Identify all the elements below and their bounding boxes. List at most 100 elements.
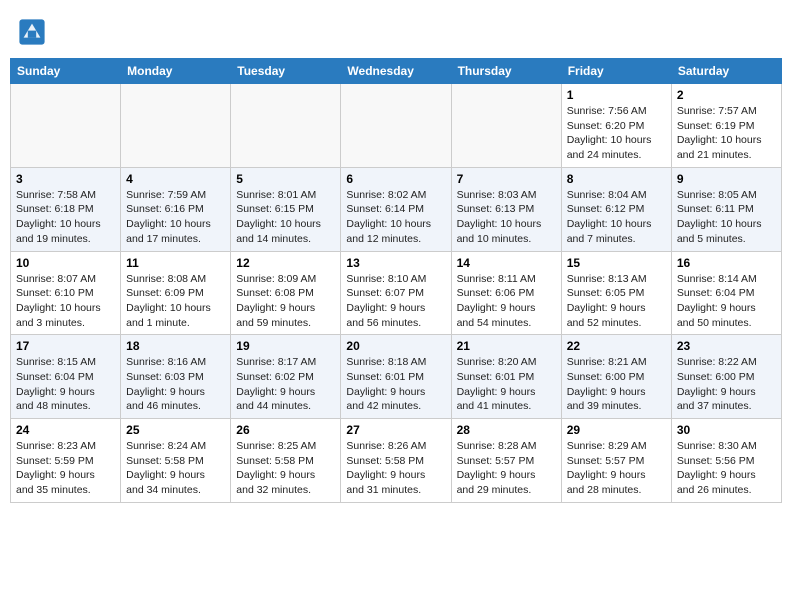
- day-info: Sunrise: 7:57 AM Sunset: 6:19 PM Dayligh…: [677, 104, 776, 163]
- day-number: 5: [236, 172, 335, 186]
- calendar-cell: 28 Sunrise: 8:28 AM Sunset: 5:57 PM Dayli…: [451, 419, 561, 503]
- day-number: 18: [126, 339, 225, 353]
- calendar-week-2: 3 Sunrise: 7:58 AM Sunset: 6:18 PM Daylig…: [11, 167, 782, 251]
- day-number: 1: [567, 88, 666, 102]
- day-info: Sunrise: 7:58 AM Sunset: 6:18 PM Dayligh…: [16, 188, 115, 247]
- weekday-header-tuesday: Tuesday: [231, 59, 341, 84]
- day-info: Sunrise: 8:22 AM Sunset: 6:00 PM Dayligh…: [677, 355, 776, 414]
- calendar-cell: 26 Sunrise: 8:25 AM Sunset: 5:58 PM Dayli…: [231, 419, 341, 503]
- calendar-cell: 22 Sunrise: 8:21 AM Sunset: 6:00 PM Dayli…: [561, 335, 671, 419]
- day-info: Sunrise: 8:17 AM Sunset: 6:02 PM Dayligh…: [236, 355, 335, 414]
- day-number: 11: [126, 256, 225, 270]
- day-number: 13: [346, 256, 445, 270]
- day-number: 30: [677, 423, 776, 437]
- day-info: Sunrise: 8:14 AM Sunset: 6:04 PM Dayligh…: [677, 272, 776, 331]
- header: [10, 10, 782, 50]
- day-info: Sunrise: 8:30 AM Sunset: 5:56 PM Dayligh…: [677, 439, 776, 498]
- calendar-cell: 20Sunrise: 8:18 AM Sunset: 6:01 PM Dayli…: [341, 335, 451, 419]
- day-number: 27: [346, 423, 445, 437]
- calendar-cell: 5 Sunrise: 8:01 AM Sunset: 6:15 PM Daylig…: [231, 167, 341, 251]
- day-info: Sunrise: 8:09 AM Sunset: 6:08 PM Dayligh…: [236, 272, 335, 331]
- day-number: 2: [677, 88, 776, 102]
- day-info: Sunrise: 8:07 AM Sunset: 6:10 PM Dayligh…: [16, 272, 115, 331]
- day-info: Sunrise: 8:26 AM Sunset: 5:58 PM Dayligh…: [346, 439, 445, 498]
- day-number: 6: [346, 172, 445, 186]
- weekday-header-thursday: Thursday: [451, 59, 561, 84]
- day-info: Sunrise: 8:15 AM Sunset: 6:04 PM Dayligh…: [16, 355, 115, 414]
- weekday-header-monday: Monday: [121, 59, 231, 84]
- day-number: 3: [16, 172, 115, 186]
- day-number: 24: [16, 423, 115, 437]
- day-number: 19: [236, 339, 335, 353]
- logo: [18, 18, 48, 46]
- day-number: 8: [567, 172, 666, 186]
- day-number: 25: [126, 423, 225, 437]
- day-number: 26: [236, 423, 335, 437]
- calendar-cell: 6 Sunrise: 8:02 AM Sunset: 6:14 PM Daylig…: [341, 167, 451, 251]
- day-info: Sunrise: 8:05 AM Sunset: 6:11 PM Dayligh…: [677, 188, 776, 247]
- calendar-cell: 3 Sunrise: 7:58 AM Sunset: 6:18 PM Daylig…: [11, 167, 121, 251]
- day-number: 9: [677, 172, 776, 186]
- day-info: Sunrise: 8:01 AM Sunset: 6:15 PM Dayligh…: [236, 188, 335, 247]
- day-info: Sunrise: 8:16 AM Sunset: 6:03 PM Dayligh…: [126, 355, 225, 414]
- calendar-table: SundayMondayTuesdayWednesdayThursdayFrid…: [10, 58, 782, 503]
- calendar-cell: 1 Sunrise: 7:56 AM Sunset: 6:20 PM Daylig…: [561, 84, 671, 168]
- calendar-cell: [341, 84, 451, 168]
- day-number: 23: [677, 339, 776, 353]
- day-info: Sunrise: 8:02 AM Sunset: 6:14 PM Dayligh…: [346, 188, 445, 247]
- day-info: Sunrise: 8:10 AM Sunset: 6:07 PM Dayligh…: [346, 272, 445, 331]
- calendar-cell: 15 Sunrise: 8:13 AM Sunset: 6:05 PM Dayli…: [561, 251, 671, 335]
- day-info: Sunrise: 7:56 AM Sunset: 6:20 PM Dayligh…: [567, 104, 666, 163]
- calendar-week-5: 24 Sunrise: 8:23 AM Sunset: 5:59 PM Dayli…: [11, 419, 782, 503]
- calendar-cell: 4Sunrise: 7:59 AM Sunset: 6:16 PM Daylig…: [121, 167, 231, 251]
- calendar-cell: 13 Sunrise: 8:10 AM Sunset: 6:07 PM Dayli…: [341, 251, 451, 335]
- day-number: 16: [677, 256, 776, 270]
- day-number: 15: [567, 256, 666, 270]
- calendar-cell: 30 Sunrise: 8:30 AM Sunset: 5:56 PM Dayli…: [671, 419, 781, 503]
- day-number: 22: [567, 339, 666, 353]
- calendar-cell: [231, 84, 341, 168]
- calendar-cell: 8Sunrise: 8:04 AM Sunset: 6:12 PM Daylig…: [561, 167, 671, 251]
- day-info: Sunrise: 8:03 AM Sunset: 6:13 PM Dayligh…: [457, 188, 556, 247]
- calendar-cell: [121, 84, 231, 168]
- day-number: 28: [457, 423, 556, 437]
- calendar-cell: 18 Sunrise: 8:16 AM Sunset: 6:03 PM Dayli…: [121, 335, 231, 419]
- day-number: 14: [457, 256, 556, 270]
- calendar-cell: 10 Sunrise: 8:07 AM Sunset: 6:10 PM Dayli…: [11, 251, 121, 335]
- day-number: 17: [16, 339, 115, 353]
- calendar-cell: 16 Sunrise: 8:14 AM Sunset: 6:04 PM Dayli…: [671, 251, 781, 335]
- calendar-cell: 17 Sunrise: 8:15 AM Sunset: 6:04 PM Dayli…: [11, 335, 121, 419]
- weekday-header-friday: Friday: [561, 59, 671, 84]
- calendar-cell: [11, 84, 121, 168]
- day-info: Sunrise: 8:29 AM Sunset: 5:57 PM Dayligh…: [567, 439, 666, 498]
- weekday-header-sunday: Sunday: [11, 59, 121, 84]
- calendar-cell: 23 Sunrise: 8:22 AM Sunset: 6:00 PM Dayli…: [671, 335, 781, 419]
- day-info: Sunrise: 8:28 AM Sunset: 5:57 PM Dayligh…: [457, 439, 556, 498]
- day-info: Sunrise: 8:21 AM Sunset: 6:00 PM Dayligh…: [567, 355, 666, 414]
- calendar-cell: 29 Sunrise: 8:29 AM Sunset: 5:57 PM Dayli…: [561, 419, 671, 503]
- calendar-cell: 7Sunrise: 8:03 AM Sunset: 6:13 PM Daylig…: [451, 167, 561, 251]
- calendar-week-1: 1 Sunrise: 7:56 AM Sunset: 6:20 PM Daylig…: [11, 84, 782, 168]
- weekday-header-wednesday: Wednesday: [341, 59, 451, 84]
- day-info: Sunrise: 8:20 AM Sunset: 6:01 PM Dayligh…: [457, 355, 556, 414]
- day-info: Sunrise: 8:23 AM Sunset: 5:59 PM Dayligh…: [16, 439, 115, 498]
- calendar-cell: 27 Sunrise: 8:26 AM Sunset: 5:58 PM Dayli…: [341, 419, 451, 503]
- calendar-cell: 2 Sunrise: 7:57 AM Sunset: 6:19 PM Daylig…: [671, 84, 781, 168]
- calendar-cell: 11Sunrise: 8:08 AM Sunset: 6:09 PM Dayli…: [121, 251, 231, 335]
- weekday-header-row: SundayMondayTuesdayWednesdayThursdayFrid…: [11, 59, 782, 84]
- calendar-cell: [451, 84, 561, 168]
- day-info: Sunrise: 7:59 AM Sunset: 6:16 PM Dayligh…: [126, 188, 225, 247]
- calendar-cell: 12Sunrise: 8:09 AM Sunset: 6:08 PM Dayli…: [231, 251, 341, 335]
- weekday-header-saturday: Saturday: [671, 59, 781, 84]
- day-info: Sunrise: 8:18 AM Sunset: 6:01 PM Dayligh…: [346, 355, 445, 414]
- day-info: Sunrise: 8:24 AM Sunset: 5:58 PM Dayligh…: [126, 439, 225, 498]
- day-number: 10: [16, 256, 115, 270]
- day-info: Sunrise: 8:13 AM Sunset: 6:05 PM Dayligh…: [567, 272, 666, 331]
- calendar-cell: 14Sunrise: 8:11 AM Sunset: 6:06 PM Dayli…: [451, 251, 561, 335]
- day-info: Sunrise: 8:25 AM Sunset: 5:58 PM Dayligh…: [236, 439, 335, 498]
- calendar-week-4: 17 Sunrise: 8:15 AM Sunset: 6:04 PM Dayli…: [11, 335, 782, 419]
- day-number: 29: [567, 423, 666, 437]
- day-number: 21: [457, 339, 556, 353]
- calendar-cell: 24 Sunrise: 8:23 AM Sunset: 5:59 PM Dayli…: [11, 419, 121, 503]
- calendar-cell: 19 Sunrise: 8:17 AM Sunset: 6:02 PM Dayli…: [231, 335, 341, 419]
